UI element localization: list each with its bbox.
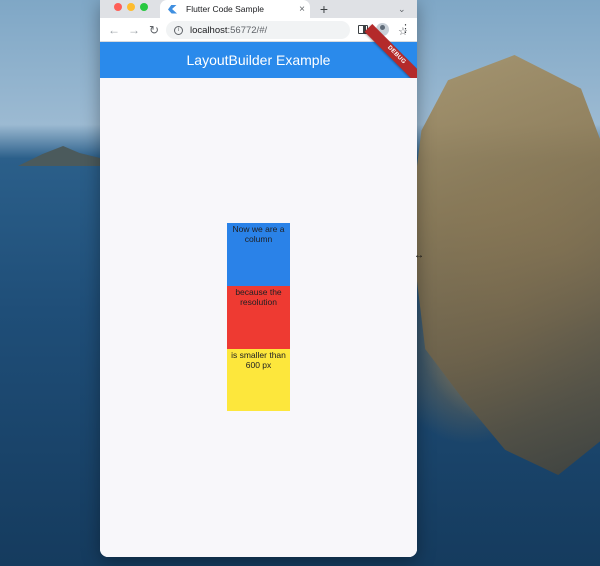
browser-window: Flutter Code Sample × + ⌄ ← → ↻ i localh…: [100, 0, 417, 557]
layout-column: Now we are a column because the resoluti…: [227, 223, 290, 411]
app-bar-title: LayoutBuilder Example: [186, 52, 331, 68]
reload-icon[interactable]: ↻: [147, 22, 161, 38]
app-bar: LayoutBuilder Example: [100, 42, 417, 78]
blue-box: Now we are a column: [227, 223, 290, 286]
info-icon[interactable]: i: [174, 25, 183, 35]
address-bar[interactable]: i localhost:56772/#/ ⇪ ☆: [166, 21, 408, 39]
more-vert-icon[interactable]: ⋮: [400, 22, 411, 36]
browser-tab[interactable]: Flutter Code Sample ×: [160, 0, 310, 18]
close-tab-icon[interactable]: ×: [294, 4, 310, 15]
new-tab-button[interactable]: +: [317, 0, 331, 18]
maximize-window-button[interactable]: [140, 3, 148, 11]
app-body: Now we are a column because the resoluti…: [100, 78, 417, 557]
arrow-left-icon[interactable]: ←: [107, 22, 121, 38]
minimize-window-button[interactable]: [127, 3, 135, 11]
tab-search-chevron-icon[interactable]: ⌄: [398, 1, 406, 17]
close-window-button[interactable]: [114, 3, 122, 11]
url-text[interactable]: localhost:56772/#/: [190, 25, 267, 36]
tab-title: Flutter Code Sample: [186, 4, 264, 14]
arrow-right-icon[interactable]: →: [127, 22, 141, 38]
tab-bar: Flutter Code Sample × + ⌄: [100, 0, 417, 18]
yellow-box: is smaller than 600 px: [227, 349, 290, 411]
flutter-logo-icon: [168, 4, 177, 14]
red-box: because the resolution: [227, 286, 290, 349]
url-path: :56772/#/: [227, 24, 268, 36]
resize-cursor-icon: ↔: [414, 250, 424, 261]
url-host: localhost: [190, 24, 228, 36]
